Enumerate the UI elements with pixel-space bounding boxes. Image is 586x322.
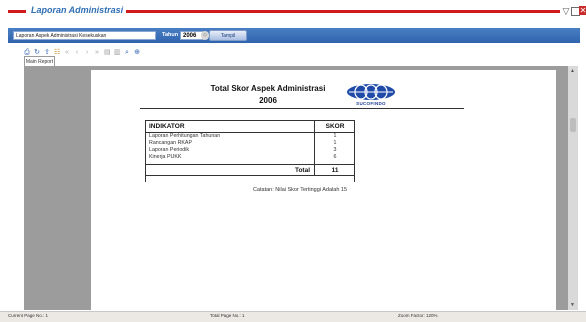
score-cell: 1 <box>314 132 355 140</box>
zoom-icon[interactable]: ⊕ <box>134 49 140 56</box>
prev-page-icon[interactable]: ‹ <box>74 49 80 56</box>
chevron-down-icon[interactable]: ▼ <box>151 31 157 40</box>
report-type-select[interactable]: Laporan Aspek Administrasi Kesekuskan <box>13 31 156 40</box>
table-row: Laporan Periodik 3 <box>145 147 355 154</box>
report-note: Catatan: Nilai Skor Tertinggi Adalah 15 <box>252 187 348 193</box>
report-title: Total Skor Aspek Administrasi <box>210 84 326 93</box>
indicator-cell: Laporan Periodik <box>149 147 190 153</box>
tab-main-report[interactable]: Main Report <box>24 56 55 66</box>
export-icon[interactable]: ⇪ <box>44 49 50 56</box>
year-label: Tahun <box>162 32 179 38</box>
table-row: Laporan Perhitungan Tahunan 1 <box>145 132 355 140</box>
last-page-icon[interactable]: » <box>94 49 100 56</box>
total-value: 11 <box>314 164 355 176</box>
title-accent-line <box>8 10 26 13</box>
minimize-button[interactable]: ▽ <box>561 6 571 16</box>
scroll-up-icon[interactable]: ▲ <box>570 68 575 74</box>
print-icon[interactable]: ⎙ <box>24 49 30 56</box>
indicator-cell: Kinerja PUKK <box>149 154 182 160</box>
page-setup-icon[interactable]: ▥ <box>114 49 121 56</box>
left-margin <box>0 24 8 311</box>
score-cell: 6 <box>314 154 355 165</box>
score-cell: 3 <box>314 147 355 154</box>
year-spinner[interactable]: ◇ <box>201 31 209 40</box>
title-accent-line <box>126 10 560 13</box>
table-header-row: INDIKATOR SKOR <box>145 120 355 133</box>
tree-icon[interactable]: ☷ <box>54 49 60 56</box>
table-row: Kinerja PUKK 6 <box>145 154 355 165</box>
current-page-status: Current Page No.: 1 <box>8 313 49 318</box>
column-header-score: SKOR <box>314 120 355 133</box>
status-bar <box>0 311 586 322</box>
first-page-icon[interactable]: « <box>64 49 70 56</box>
close-button[interactable]: ✕ <box>579 6 586 15</box>
next-page-icon[interactable]: › <box>84 49 90 56</box>
refresh-icon[interactable]: ↻ <box>34 49 40 56</box>
zoom-status: Zoom Factor: 120% <box>398 313 438 318</box>
vertical-scrollbar[interactable] <box>568 66 578 310</box>
score-table: INDIKATOR SKOR Laporan Perhitungan Tahun… <box>145 120 355 183</box>
show-button[interactable]: Tampil <box>209 30 247 41</box>
score-cell: 1 <box>314 140 355 147</box>
indicator-cell: Laporan Perhitungan Tahunan <box>149 133 221 139</box>
header-divider <box>140 108 464 109</box>
copy-icon[interactable]: ▤ <box>104 49 111 56</box>
total-label: Total <box>145 164 315 176</box>
total-row: Total 11 <box>145 164 355 176</box>
report-year: 2006 <box>259 96 277 105</box>
indicator-cell: Rancangan RKAP <box>149 140 192 146</box>
table-row: Rancangan RKAP 1 <box>145 140 355 147</box>
scrollbar-thumb[interactable] <box>570 118 576 132</box>
logo-text: SUCOFINDO <box>356 101 386 106</box>
scroll-down-icon[interactable]: ▼ <box>570 302 575 308</box>
window-title: Laporan Administrasi <box>31 5 124 15</box>
search-icon[interactable]: ⌕ <box>124 49 130 56</box>
column-header-indicator: INDIKATOR <box>145 120 315 133</box>
total-page-status: Total Page No.: 1 <box>210 313 245 318</box>
